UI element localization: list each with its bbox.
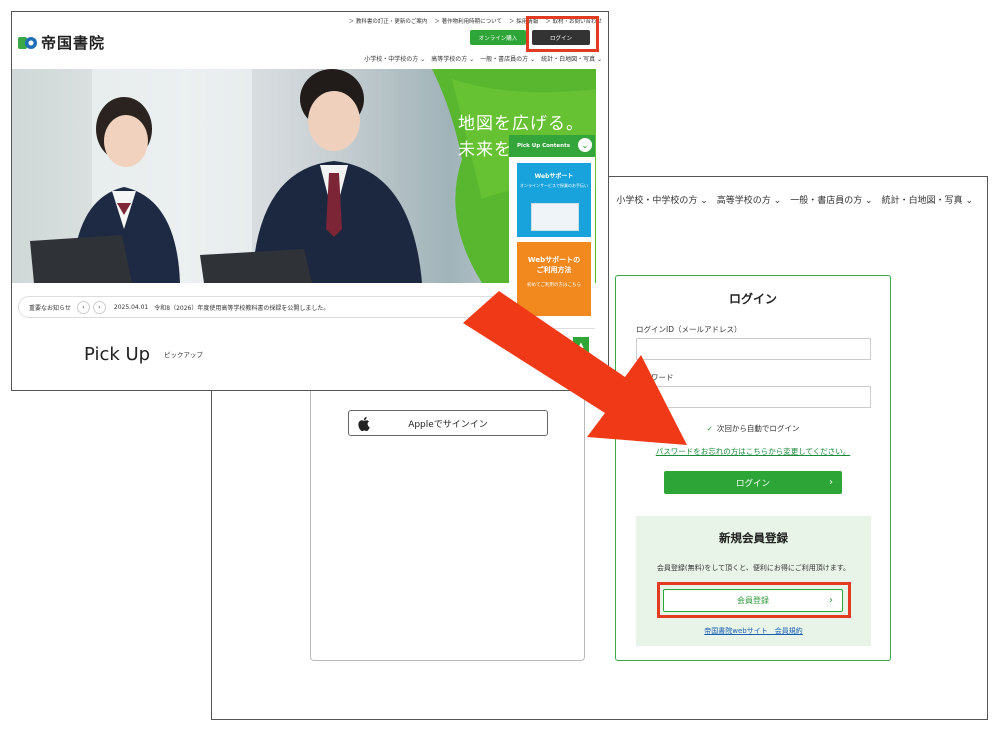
- nav-item-general[interactable]: 一般・書店員の方 ⌄: [790, 193, 872, 206]
- main-nav: 小学校・中学校の方 ⌄ 高等学校の方 ⌄ 一般・書店員の方 ⌄ 統計・白地図・写…: [364, 54, 602, 63]
- howto-title: Webサポートの ご利用方法: [527, 256, 581, 274]
- pickup-contents-label: Pick Up Contents: [517, 143, 570, 149]
- main-nav: 小学校・中学校の方 ⌄ 高等学校の方 ⌄ 一般・書店員の方 ⌄ 統計・白地図・写…: [616, 193, 973, 206]
- nav-item-high-school[interactable]: 高等学校の方 ⌄: [431, 54, 474, 63]
- site-logo[interactable]: 帝国書院: [18, 32, 105, 53]
- register-title: 新規会員登録: [719, 531, 788, 545]
- login-submit-label: ログイン: [735, 478, 770, 489]
- arrow-right-down-icon: [463, 291, 687, 445]
- remember-login-label: 次回から自動でログイン: [716, 424, 800, 433]
- pickup-subtitle: ピックアップ: [164, 351, 203, 359]
- login-highlight-box: [526, 16, 599, 52]
- online-purchase-button[interactable]: オンライン購入: [470, 30, 526, 45]
- chevron-down-icon: ⌄: [578, 138, 592, 152]
- nav-item-high-school[interactable]: 高等学校の方 ⌄: [717, 193, 781, 206]
- checkmark-icon: ✓: [706, 424, 713, 433]
- news-link[interactable]: 令和8（2026）年度使用高等学校教科書の採録を公開しました。: [154, 303, 329, 312]
- utility-link-correction[interactable]: ＞ 教科書の訂正・更新のご案内: [349, 17, 428, 25]
- login-submit-button[interactable]: ログイン ›: [664, 471, 842, 494]
- nav-item-statistics[interactable]: 統計・白地図・写真 ⌄: [882, 193, 973, 206]
- laptop-image: [531, 203, 579, 231]
- register-highlight-box: [657, 582, 851, 618]
- news-date: 2025.04.01: [113, 303, 149, 311]
- news-ticker: 重要なお知らせ ‹ › 2025.04.01 令和8（2026）年度使用高等学校…: [18, 296, 509, 318]
- nav-item-elementary[interactable]: 小学校・中学校の方 ⌄: [364, 54, 425, 63]
- chevron-right-icon: ›: [829, 477, 833, 488]
- hero-headline-1: 地図を広げる。: [458, 114, 584, 134]
- nav-item-elementary[interactable]: 小学校・中学校の方 ⌄: [616, 193, 707, 206]
- nav-item-statistics[interactable]: 統計・白地図・写真 ⌄: [541, 54, 602, 63]
- news-label: 重要なお知らせ: [29, 304, 71, 312]
- chevron-left-icon[interactable]: ‹: [76, 300, 90, 314]
- web-support-card[interactable]: Webサポート オンラインサービスで授業のお手伝い: [517, 163, 591, 237]
- register-section: 新規会員登録 会員登録(無料)をして頂くと、便利にお得にご利用頂けます。 会員登…: [636, 516, 871, 646]
- hero-headline-2: 未来を: [458, 140, 512, 160]
- logo-mark-icon: [18, 35, 38, 51]
- pickup-contents-header[interactable]: Pick Up Contents ⌄: [509, 135, 595, 157]
- utility-link-copyright[interactable]: ＞ 著作物利用時期について: [434, 17, 502, 25]
- chevron-right-icon[interactable]: ›: [92, 300, 106, 314]
- member-terms-link[interactable]: 帝国書院webサイト 会員規約: [636, 626, 871, 636]
- web-support-title: Webサポート: [534, 173, 574, 180]
- pickup-title: Pick Up: [84, 344, 151, 365]
- web-support-subtitle: オンラインサービスで授業のお手伝い: [520, 183, 588, 188]
- apple-icon: [357, 416, 377, 431]
- nav-item-general[interactable]: 一般・書店員の方 ⌄: [480, 54, 535, 63]
- logo-text: 帝国書院: [41, 34, 106, 52]
- register-description: 会員登録(無料)をして頂くと、便利にお得にご利用頂けます。: [656, 564, 851, 572]
